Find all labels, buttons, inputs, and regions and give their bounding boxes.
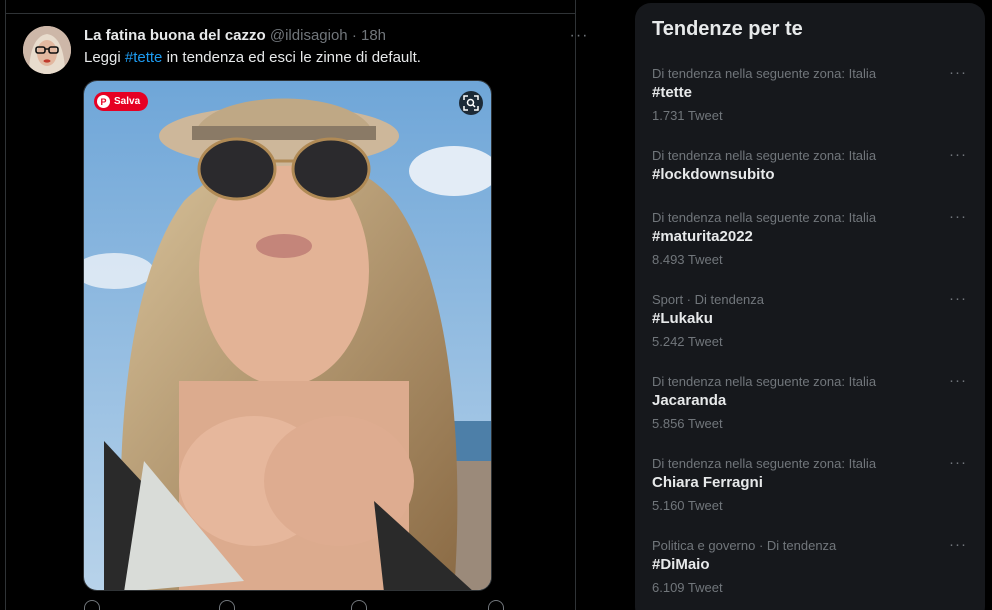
tweet-text-before: Leggi <box>84 49 125 66</box>
more-horizontal-icon[interactable]: ··· <box>947 454 969 471</box>
pinterest-icon: P <box>97 95 110 108</box>
more-horizontal-icon[interactable]: ··· <box>947 290 969 307</box>
tweet-text-after: in tendenza ed esci le zinne di default. <box>162 49 421 66</box>
trends-sidebar: Tendenze per te Di tendenza nella seguen… <box>635 3 985 610</box>
tweet-header: La fatina buona del cazzo @ildisagioh · … <box>84 27 386 44</box>
share-icon[interactable] <box>488 600 504 610</box>
trend-context: Di tendenza nella seguente zona: Italia <box>652 66 877 81</box>
hashtag-link[interactable]: #tette <box>125 49 163 66</box>
like-icon[interactable] <box>351 600 367 610</box>
more-horizontal-icon[interactable]: ··· <box>947 64 969 81</box>
trend-context: Di tendenza nella seguente zona: Italia <box>652 210 877 225</box>
trends-title: Tendenze per te <box>652 18 803 40</box>
trend-name[interactable]: #lockdownsubito <box>652 166 775 183</box>
save-label: Salva <box>114 96 141 107</box>
user-avatar[interactable] <box>23 26 71 74</box>
trend-item[interactable]: Di tendenza nella seguente zona: Italia … <box>635 454 985 538</box>
trend-context: Di tendenza nella seguente zona: Italia <box>652 456 877 471</box>
trend-name[interactable]: Chiara Ferragni <box>652 474 763 491</box>
trend-context: Di tendenza nella seguente zona: Italia <box>652 374 877 389</box>
timeline-column: La fatina buona del cazzo @ildisagioh · … <box>5 0 587 610</box>
trend-item[interactable]: Politica e governo · Di tendenza #DiMaio… <box>635 536 985 610</box>
photo-illustration <box>84 81 491 590</box>
trend-count: 8.493 Tweet <box>652 252 723 267</box>
avatar-image <box>23 26 71 74</box>
more-horizontal-icon[interactable]: ··· <box>947 372 969 389</box>
trend-item[interactable]: Di tendenza nella seguente zona: Italia … <box>635 64 985 148</box>
separator: · <box>351 27 357 44</box>
trend-item[interactable]: Di tendenza nella seguente zona: Italia … <box>635 372 985 456</box>
trend-name[interactable]: #Lukaku <box>652 310 713 327</box>
trend-context: Di tendenza nella seguente zona: Italia <box>652 148 877 163</box>
display-name[interactable]: La fatina buona del cazzo <box>84 27 266 44</box>
retweet-icon[interactable] <box>219 600 235 610</box>
more-horizontal-icon[interactable]: ··· <box>947 146 969 163</box>
divider <box>6 13 575 14</box>
trend-count: 5.242 Tweet <box>652 334 723 349</box>
more-horizontal-icon[interactable]: ··· <box>568 27 590 45</box>
tweet-text: Leggi #tette in tendenza ed esci le zinn… <box>84 49 421 66</box>
trend-name[interactable]: #DiMaio <box>652 556 710 573</box>
tweet-time[interactable]: 18h <box>361 27 386 44</box>
trend-count: 5.856 Tweet <box>652 416 723 431</box>
tweet-actions <box>84 600 504 610</box>
trend-count: 1.731 Tweet <box>652 108 723 123</box>
pinterest-save-button[interactable]: P Salva <box>94 92 149 111</box>
tweet-media-photo[interactable]: P Salva <box>83 80 492 591</box>
more-horizontal-icon[interactable]: ··· <box>947 208 969 225</box>
trend-count: 5.160 Tweet <box>652 498 723 513</box>
user-handle[interactable]: @ildisagioh <box>270 27 348 44</box>
trend-context: Sport · Di tendenza <box>652 292 765 307</box>
trend-name[interactable]: #tette <box>652 84 692 101</box>
trend-context: Politica e governo · Di tendenza <box>652 538 837 553</box>
trend-item[interactable]: Di tendenza nella seguente zona: Italia … <box>635 208 985 292</box>
trend-name[interactable]: Jacaranda <box>652 392 726 409</box>
lens-glyph <box>463 95 479 111</box>
trend-item[interactable]: Sport · Di tendenza #Lukaku 5.242 Tweet … <box>635 290 985 374</box>
reply-icon[interactable] <box>84 600 100 610</box>
more-horizontal-icon[interactable]: ··· <box>947 536 969 553</box>
trend-count: 6.109 Tweet <box>652 580 723 595</box>
trend-name[interactable]: #maturita2022 <box>652 228 753 245</box>
visual-search-icon[interactable] <box>459 91 483 115</box>
